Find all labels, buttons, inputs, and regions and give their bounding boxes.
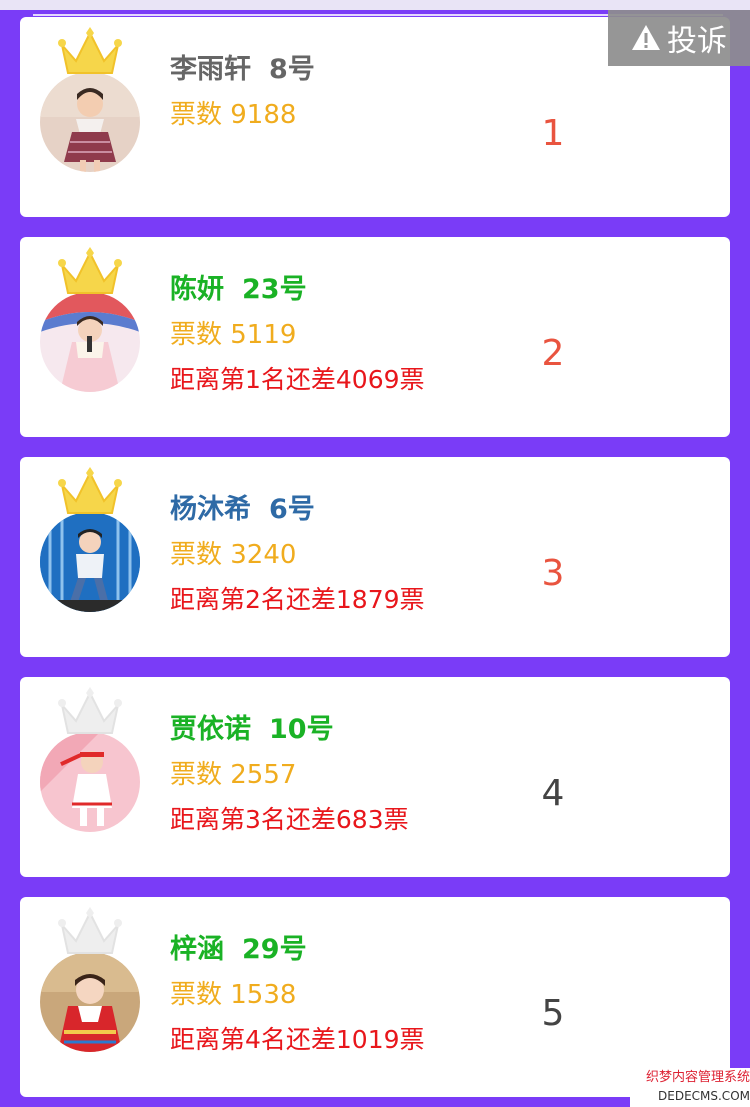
rank-number: 3 [541, 553, 565, 594]
contestant-number: 23号 [242, 274, 307, 305]
top-strip [0, 0, 750, 10]
vote-gap: 距离第3名还差683票 [170, 805, 409, 834]
contestant-avatar[interactable] [40, 952, 140, 1052]
gold-crown-icon [58, 467, 122, 514]
contestant-number: 10号 [269, 714, 334, 745]
contestant-name-line: 贾依诺 10号 [170, 707, 334, 746]
ranking-card-2[interactable]: 陈妍 23号 票数 5119 距离第1名还差4069票 2 [20, 237, 730, 437]
ranking-card-5[interactable]: 梓涵 29号 票数 1538 距离第4名还差1019票 5 [20, 897, 730, 1097]
rank-number: 5 [541, 993, 565, 1034]
contestant-name-line: 杨沐希 6号 [170, 487, 315, 526]
contestant-number: 8号 [269, 54, 315, 85]
vote-count: 票数 9188 [170, 100, 297, 130]
contestant-avatar[interactable] [40, 292, 140, 392]
gold-crown-icon [58, 27, 122, 74]
vote-gap: 距离第4名还差1019票 [170, 1025, 425, 1054]
warning-icon [632, 25, 660, 50]
gold-crown-icon [58, 247, 122, 294]
vote-count: 票数 1538 [170, 980, 297, 1010]
contestant-name-line: 陈妍 23号 [170, 267, 307, 306]
watermark: 织梦内容管理系统 DEDECMS.COM [630, 1068, 750, 1107]
gray-crown-icon [58, 907, 122, 954]
contestant-avatar[interactable] [40, 512, 140, 612]
rank-number: 2 [541, 333, 565, 374]
contestant-number: 29号 [242, 934, 307, 965]
contestant-number: 6号 [269, 494, 315, 525]
watermark-line2: DEDECMS.COM [658, 1089, 750, 1103]
ranking-card-4[interactable]: 贾依诺 10号 票数 2557 距离第3名还差683票 4 [20, 677, 730, 877]
watermark-line1: 织梦内容管理系统 [645, 1070, 750, 1085]
contestant-name: 李雨轩 [170, 54, 251, 85]
gray-crown-icon [58, 687, 122, 734]
ranking-card-3[interactable]: 杨沐希 6号 票数 3240 距离第2名还差1879票 3 [20, 457, 730, 657]
contestant-name: 陈妍 [170, 274, 224, 305]
complaint-button[interactable]: 投诉 [608, 10, 750, 66]
contestant-name: 杨沐希 [170, 494, 251, 525]
vote-count: 票数 2557 [170, 760, 297, 790]
vote-gap: 距离第2名还差1879票 [170, 585, 425, 614]
vote-count: 票数 5119 [170, 320, 297, 350]
vote-count: 票数 3240 [170, 540, 297, 570]
vote-gap: 距离第1名还差4069票 [170, 365, 425, 394]
contestant-avatar[interactable] [40, 72, 140, 172]
contestant-name: 贾依诺 [170, 714, 251, 745]
rank-number: 1 [541, 113, 565, 154]
contestant-name: 梓涵 [170, 934, 224, 965]
contestant-name-line: 梓涵 29号 [170, 927, 307, 966]
contestant-avatar[interactable] [40, 732, 140, 832]
contestant-name-line: 李雨轩 8号 [170, 47, 315, 86]
complaint-label: 投诉 [667, 24, 727, 59]
rank-number: 4 [541, 773, 565, 814]
